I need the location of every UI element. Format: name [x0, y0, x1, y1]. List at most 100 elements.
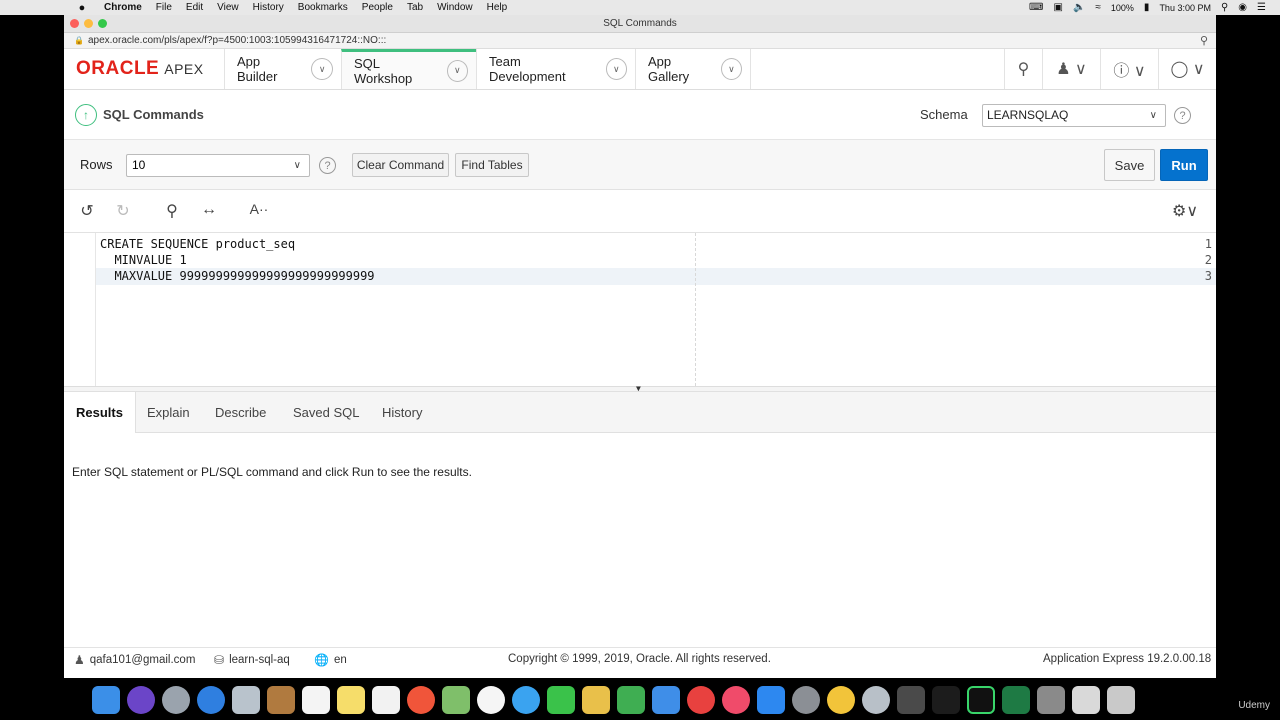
run-button[interactable]: Run [1160, 149, 1208, 181]
safari-icon[interactable] [197, 686, 225, 714]
preview-icon[interactable] [1072, 686, 1100, 714]
numbers-icon[interactable] [617, 686, 645, 714]
maps-icon[interactable] [442, 686, 470, 714]
trash-icon[interactable] [1107, 686, 1135, 714]
font-size-icon[interactable]: A·· [249, 201, 269, 217]
menu-help[interactable]: Help [487, 2, 508, 13]
music-icon[interactable] [722, 686, 750, 714]
spotlight-icon[interactable]: ⚲ [1221, 2, 1228, 13]
chevron-down-icon[interactable]: ∨ [605, 58, 627, 80]
facetime-icon[interactable] [547, 686, 575, 714]
code-line[interactable]: MINVALUE 1 [100, 253, 186, 267]
sublime-text-icon[interactable] [897, 686, 925, 714]
expand-horizontal-icon[interactable]: ↔ [199, 201, 219, 219]
tab-history[interactable]: History [382, 392, 422, 433]
menu-view[interactable]: View [217, 2, 239, 13]
undo-icon[interactable]: ↺ [77, 201, 97, 221]
tab-explain[interactable]: Explain [147, 392, 190, 433]
zoom-icon[interactable]: ⚲ [1200, 34, 1208, 47]
footer-user[interactable]: ♟ qafa101@gmail.com [74, 653, 195, 667]
help-menu-icon[interactable]: ⓘ ∨ [1100, 49, 1158, 89]
screen-mirror-icon[interactable]: ▣ [1053, 2, 1062, 13]
arrow-up-icon[interactable]: ↑ [75, 104, 97, 126]
find-tables-button[interactable]: Find Tables [455, 153, 529, 177]
printer-icon[interactable] [1037, 686, 1065, 714]
tab-app-gallery[interactable]: App Gallery ∨ [635, 49, 751, 89]
system-preferences-icon[interactable] [792, 686, 820, 714]
address-bar[interactable]: 🔒 apex.oracle.com/pls/apex/f?p=4500:1003… [64, 33, 1216, 49]
chevron-down-icon[interactable]: ∨ [446, 59, 468, 82]
help-icon[interactable]: ? [1174, 107, 1191, 124]
search-icon[interactable]: ⚲ [1004, 49, 1042, 89]
chrome-icon[interactable] [827, 686, 855, 714]
menu-file[interactable]: File [156, 2, 172, 13]
app-store-icon[interactable] [757, 686, 785, 714]
zoom-window-icon[interactable] [98, 19, 107, 28]
wifi-icon[interactable]: ≈ [1095, 2, 1101, 13]
news-icon[interactable] [687, 686, 715, 714]
sketch-icon[interactable] [407, 686, 435, 714]
code-line[interactable]: MAXVALUE 999999999999999999999999999 [100, 269, 374, 283]
volume-icon[interactable]: 🔈 [1073, 2, 1085, 13]
workspace-name: learn-sql-aq [229, 654, 290, 666]
pages-icon[interactable] [582, 686, 610, 714]
calendar-icon[interactable] [302, 686, 330, 714]
notes-icon[interactable] [337, 686, 365, 714]
contacts-icon[interactable] [267, 686, 295, 714]
help-icon[interactable]: ? [319, 157, 336, 174]
footer-language[interactable]: 🌐 en [314, 653, 347, 667]
photos-icon[interactable] [477, 686, 505, 714]
excel-icon[interactable] [1002, 686, 1030, 714]
siri-icon[interactable] [127, 686, 155, 714]
menu-history[interactable]: History [253, 2, 284, 13]
admin-menu-icon[interactable]: ♟ ∨ [1042, 49, 1100, 89]
search-icon[interactable]: ⚲ [162, 201, 182, 221]
apple-icon[interactable]: ● [76, 2, 88, 14]
launchpad-icon[interactable] [162, 686, 190, 714]
chevron-down-icon[interactable]: ∨ [311, 58, 333, 80]
terminal-icon[interactable] [932, 686, 960, 714]
clear-command-button[interactable]: Clear Command [352, 153, 449, 177]
notification-center-icon[interactable]: ☰ [1257, 2, 1266, 13]
tab-team-development[interactable]: Team Development ∨ [476, 49, 635, 89]
url-text[interactable]: apex.oracle.com/pls/apex/f?p=4500:1003:1… [88, 35, 386, 46]
tab-describe[interactable]: Describe [215, 392, 266, 433]
chevron-down-icon[interactable]: ∨ [720, 58, 742, 80]
keyboard-icon[interactable]: ⌨ [1029, 2, 1043, 13]
menu-people[interactable]: People [362, 2, 393, 13]
sql-editor[interactable]: 1 2 3 CREATE SEQUENCE product_seq MINVAL… [64, 233, 1216, 393]
minimize-window-icon[interactable] [84, 19, 93, 28]
menu-app-name[interactable]: Chrome [104, 2, 142, 13]
save-button[interactable]: Save [1104, 149, 1155, 181]
tab-sql-workshop[interactable]: SQL Workshop ∨ [341, 49, 476, 89]
rows-select[interactable]: 10 ∨ [126, 154, 310, 177]
siri-icon[interactable]: ◉ [1238, 2, 1247, 13]
settings-gear-icon[interactable]: ⚙∨ [1168, 201, 1202, 221]
menu-edit[interactable]: Edit [186, 2, 203, 13]
menu-window[interactable]: Window [437, 2, 473, 13]
menu-bookmarks[interactable]: Bookmarks [298, 2, 348, 13]
pycharm-icon[interactable] [967, 686, 995, 714]
mail-icon[interactable] [232, 686, 260, 714]
tab-app-builder[interactable]: App Builder ∨ [224, 49, 341, 89]
footer-workspace[interactable]: ⛁ learn-sql-aq [214, 653, 290, 667]
keynote-icon[interactable] [652, 686, 680, 714]
lock-icon[interactable]: 🔒 [74, 36, 84, 45]
close-window-icon[interactable] [70, 19, 79, 28]
palette-app-icon[interactable] [862, 686, 890, 714]
code-line[interactable]: CREATE SEQUENCE product_seq [100, 237, 295, 251]
finder-icon[interactable] [92, 686, 120, 714]
oracle-apex-logo[interactable]: ORACLE APEX [64, 49, 224, 89]
messages-icon[interactable] [512, 686, 540, 714]
user-menu-icon[interactable]: ◯ ∨ [1158, 49, 1216, 89]
battery-icon[interactable]: ▮ [1144, 2, 1150, 13]
tab-label: App Gallery [648, 54, 690, 84]
clock[interactable]: Thu 3:00 PM [1159, 3, 1211, 13]
reminders-icon[interactable] [372, 686, 400, 714]
schema-select[interactable]: LEARNSQLAQ ∨ [982, 104, 1166, 127]
udemy-watermark: Udemy [1238, 700, 1270, 711]
redo-icon[interactable]: ↻ [113, 201, 133, 221]
menu-tab[interactable]: Tab [407, 2, 423, 13]
tab-results[interactable]: Results [64, 392, 136, 433]
tab-saved-sql[interactable]: Saved SQL [293, 392, 360, 433]
